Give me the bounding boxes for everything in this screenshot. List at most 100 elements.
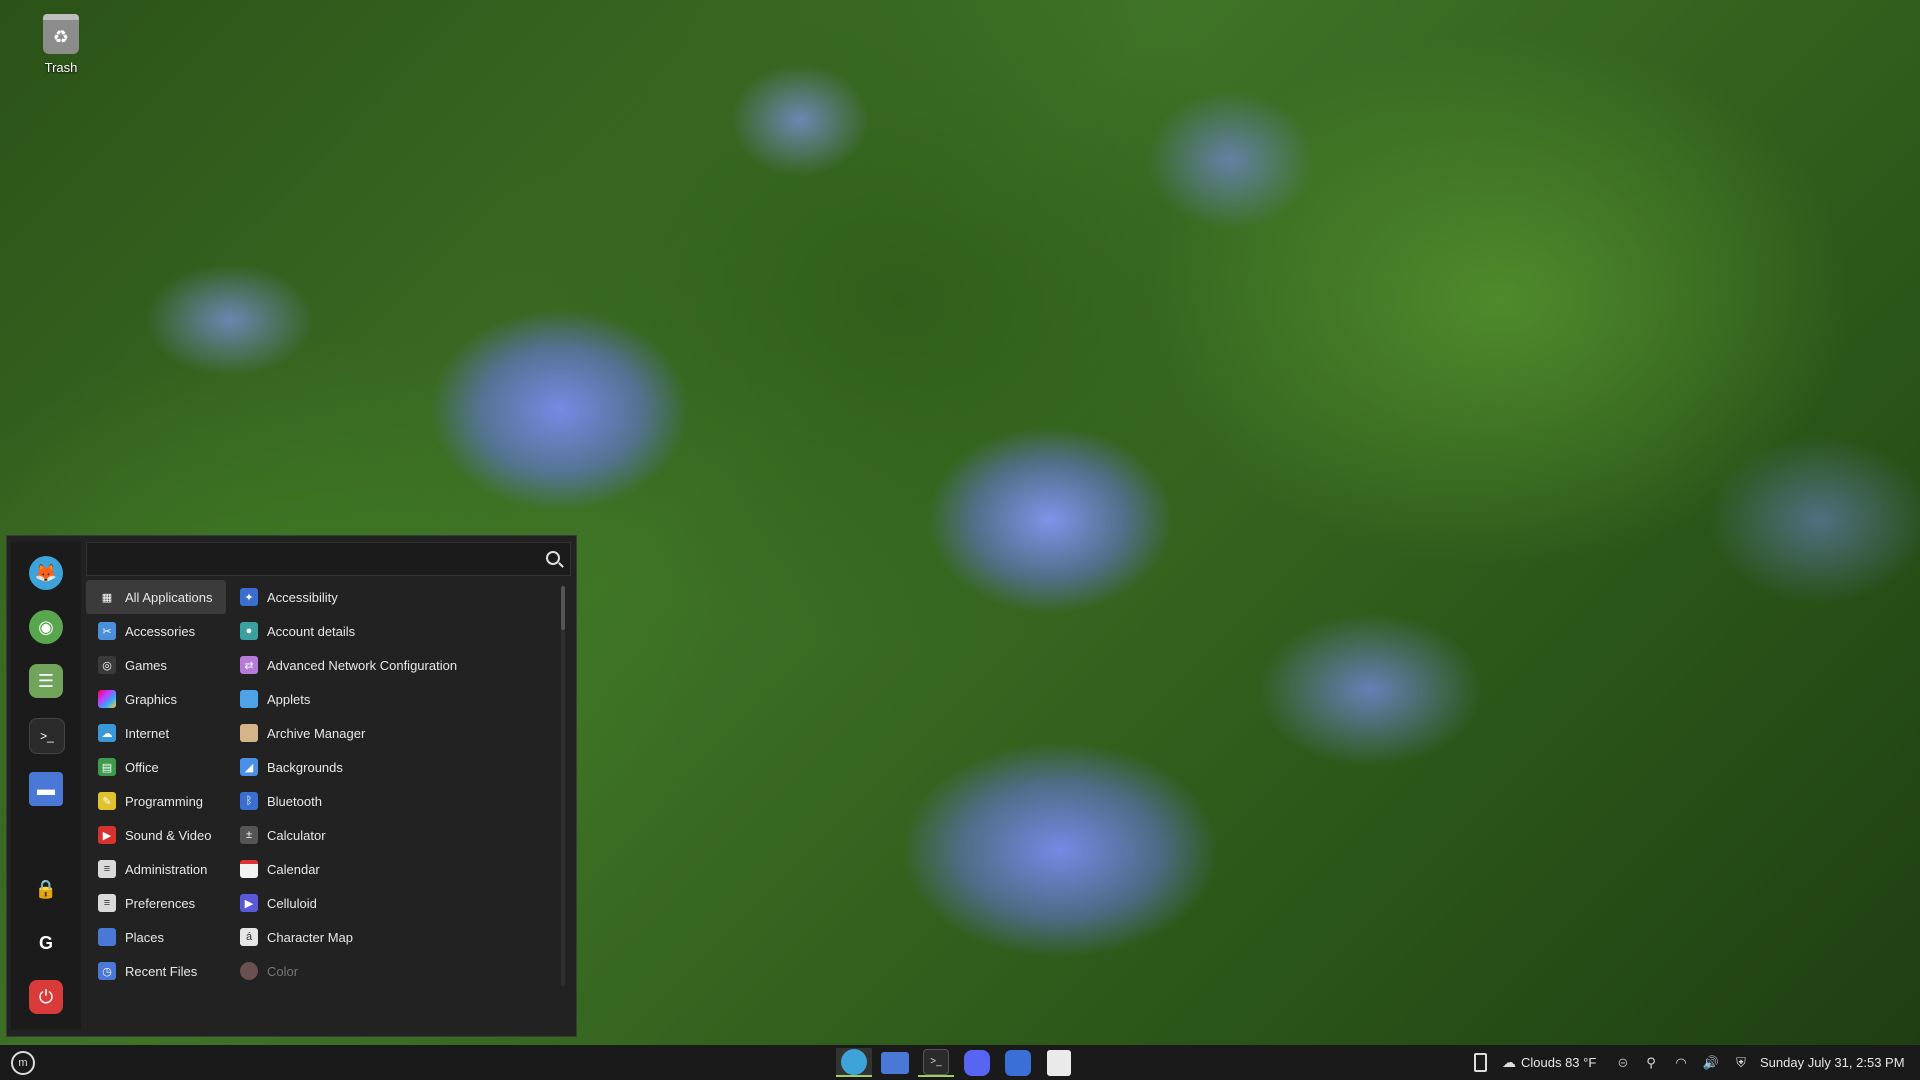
application-list-scrollbar[interactable]	[561, 586, 565, 986]
programming-icon: ✎	[98, 792, 116, 810]
discord-icon	[964, 1049, 990, 1076]
sound-video-icon: ▶	[98, 826, 116, 844]
search-icon[interactable]	[546, 551, 560, 565]
trash-label: Trash	[44, 60, 78, 75]
taskbar-firefox[interactable]	[836, 1048, 872, 1077]
update-shield-icon: ⛨	[1736, 1054, 1746, 1070]
accessibility-icon: ✦	[240, 588, 258, 606]
recent-files-icon: ◷	[98, 962, 116, 980]
files-favorite-icon[interactable]: ▬	[29, 772, 63, 806]
administration-icon: ≡	[98, 860, 116, 878]
terminal-favorite-icon[interactable]: >_	[29, 718, 65, 754]
calculator-icon: ±	[240, 826, 258, 844]
system-settings-favorite-icon[interactable]: ☰	[29, 664, 63, 698]
software-manager-favorite-icon[interactable]: ◉	[29, 610, 63, 644]
app-archive-manager[interactable]: Archive Manager	[230, 716, 560, 750]
backgrounds-icon: ◢	[240, 758, 258, 776]
weather-text: Clouds 83 °F	[1521, 1055, 1597, 1070]
category-sound-video[interactable]: ▶ Sound & Video	[86, 818, 226, 852]
network-icon: ⇄	[240, 656, 258, 674]
trash-desktop-icon[interactable]: ♻ Trash	[30, 14, 92, 75]
category-all-applications[interactable]: ▦ All Applications	[86, 580, 226, 614]
graphics-icon	[98, 690, 116, 708]
accessories-icon: ✂	[98, 622, 116, 640]
preferences-icon: ≡	[98, 894, 116, 912]
games-icon: ◎	[98, 656, 116, 674]
cloud-icon: ☁	[1502, 1054, 1516, 1070]
app-character-map[interactable]: á Character Map	[230, 920, 560, 954]
category-preferences[interactable]: ≡ Preferences	[86, 886, 226, 920]
firefox-favorite-icon[interactable]: 🦊	[29, 556, 63, 590]
app-accessibility[interactable]: ✦ Accessibility	[230, 580, 560, 614]
application-menu: 🦊 ◉ ☰ >_ ▬ 🔒 G ⏻ ▦ All Applications ✂ Acce…	[6, 535, 577, 1037]
calendar-icon	[240, 860, 258, 878]
clock-text: Sunday July 31, 2:53 PM	[1760, 1055, 1905, 1070]
mint-logo-icon: m	[11, 1050, 35, 1075]
search-input[interactable]	[93, 547, 527, 573]
bitwarden-icon	[1005, 1049, 1031, 1076]
logout-icon[interactable]: G	[29, 926, 63, 960]
drive-icon: ⊝	[1617, 1054, 1629, 1070]
taskbar-files[interactable]	[877, 1048, 913, 1077]
category-games[interactable]: ◎ Games	[86, 648, 226, 682]
category-accessories[interactable]: ✂ Accessories	[86, 614, 226, 648]
search-bar	[86, 542, 571, 576]
account-details-icon: ●	[240, 622, 258, 640]
celluloid-icon: ▶	[240, 894, 258, 912]
app-calculator[interactable]: ± Calculator	[230, 818, 560, 852]
update-tray-icon[interactable]: ⛨	[1730, 1048, 1752, 1077]
location-pin-icon: ⚲	[1646, 1054, 1656, 1070]
category-office[interactable]: ▤ Office	[86, 750, 226, 784]
app-applets[interactable]: Applets	[230, 682, 560, 716]
wifi-tray-icon[interactable]: ◠	[1670, 1048, 1692, 1077]
wifi-icon: ◠	[1675, 1054, 1687, 1070]
weather-applet[interactable]: ☁ Clouds 83 °F	[1502, 1048, 1602, 1077]
scrollbar-thumb[interactable]	[561, 586, 565, 630]
category-programming[interactable]: ✎ Programming	[86, 784, 226, 818]
taskbar-bitwarden[interactable]	[1000, 1048, 1036, 1077]
network-manager-tray-icon[interactable]: ⊝	[1612, 1048, 1634, 1077]
bluetooth-icon: ᛒ	[240, 792, 258, 810]
app-backgrounds[interactable]: ◢ Backgrounds	[230, 750, 560, 784]
quit-power-icon[interactable]: ⏻	[29, 980, 63, 1014]
app-celluloid[interactable]: ▶ Celluloid	[230, 886, 560, 920]
app-bluetooth[interactable]: ᛒ Bluetooth	[230, 784, 560, 818]
menu-button[interactable]: m	[4, 1048, 42, 1077]
phone-tray-icon[interactable]	[1470, 1048, 1490, 1077]
category-internet[interactable]: ☁ Internet	[86, 716, 226, 750]
color-icon	[240, 962, 258, 980]
category-places[interactable]: Places	[86, 920, 226, 954]
phone-icon	[1473, 1053, 1487, 1072]
clock-applet[interactable]: Sunday July 31, 2:53 PM	[1760, 1048, 1918, 1077]
archive-icon	[240, 724, 258, 742]
office-icon: ▤	[98, 758, 116, 776]
app-advanced-network-configuration[interactable]: ⇄ Advanced Network Configuration	[230, 648, 560, 682]
category-graphics[interactable]: Graphics	[86, 682, 226, 716]
category-administration[interactable]: ≡ Administration	[86, 852, 226, 886]
update-manager-icon	[1047, 1049, 1071, 1076]
firefox-icon	[841, 1048, 867, 1075]
grid-icon: ▦	[98, 588, 116, 606]
terminal-icon: >_	[923, 1048, 949, 1075]
location-tray-icon[interactable]: ⚲	[1642, 1048, 1660, 1077]
trash-icon: ♻	[43, 14, 79, 54]
application-list: ✦ Accessibility ● Account details ⇄ Advance…	[230, 580, 560, 988]
taskbar-update-manager[interactable]	[1041, 1048, 1077, 1077]
lock-screen-icon[interactable]: 🔒	[29, 872, 63, 906]
app-calendar[interactable]: Calendar	[230, 852, 560, 886]
speaker-icon: 🔊	[1702, 1054, 1720, 1070]
app-account-details[interactable]: ● Account details	[230, 614, 560, 648]
places-icon	[98, 928, 116, 946]
volume-tray-icon[interactable]: 🔊	[1700, 1048, 1722, 1077]
category-list: ▦ All Applications ✂ Accessories ◎ Games Gr…	[86, 580, 226, 988]
taskbar-terminal[interactable]: >_	[918, 1048, 954, 1077]
category-recent-files[interactable]: ◷ Recent Files	[86, 954, 226, 988]
applets-icon	[240, 690, 258, 708]
character-map-icon: á	[240, 928, 258, 946]
taskbar: m >_ ☁ Clouds 83 °F ⊝ ⚲ ◠ 🔊 ⛨ Sunday Jul…	[0, 1045, 1920, 1080]
favorites-sidebar: 🦊 ◉ ☰ >_ ▬ 🔒 G ⏻	[11, 542, 81, 1030]
taskbar-discord[interactable]	[959, 1048, 995, 1077]
folder-icon	[881, 1051, 909, 1074]
app-color[interactable]: Color	[230, 954, 560, 988]
internet-icon: ☁	[98, 724, 116, 742]
